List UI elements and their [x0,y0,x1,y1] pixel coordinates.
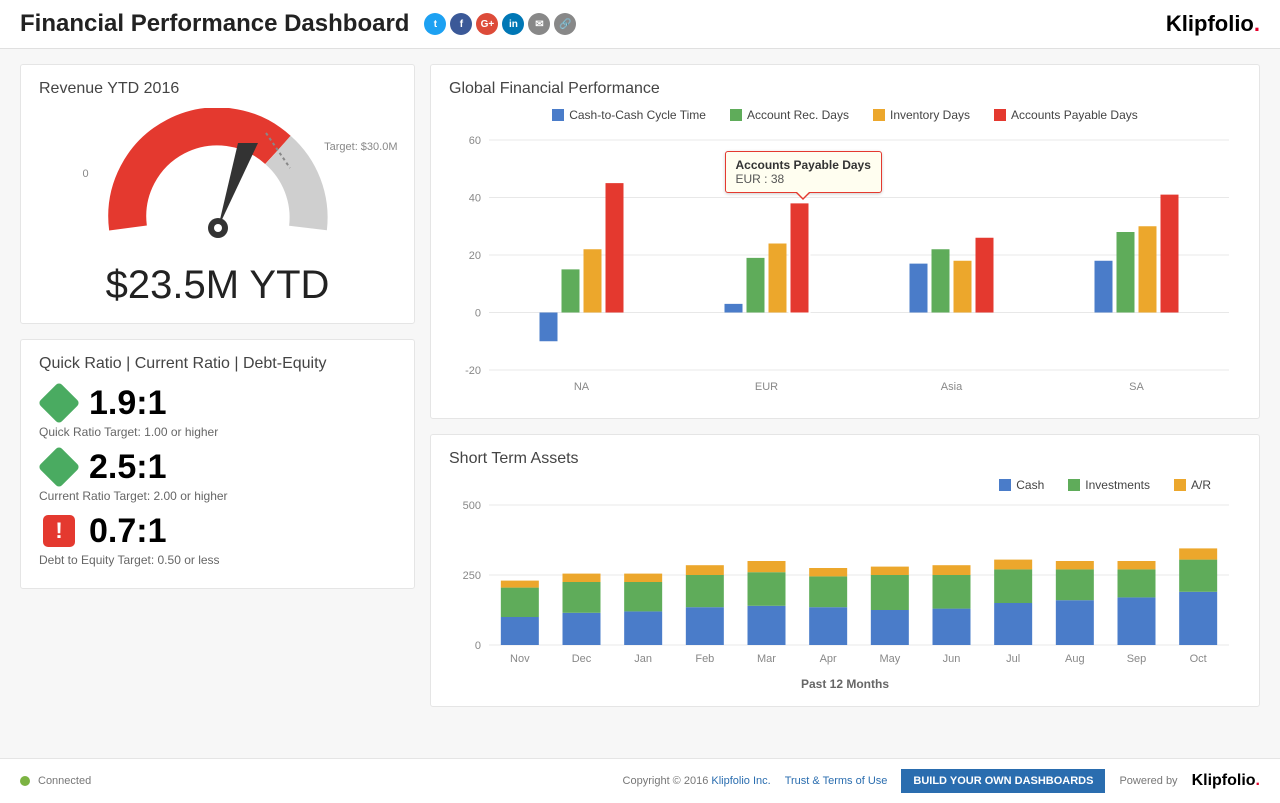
header: Financial Performance Dashboard t f G+ i… [0,0,1280,49]
diamond-icon [39,383,79,423]
legend-swatch [552,109,564,121]
debt-ratio-target: Debt to Equity Target: 0.50 or less [39,553,396,567]
legend-label: Inventory Days [890,108,970,122]
share-icons: t f G+ in ✉ 🔗 [424,13,576,35]
debt-ratio-row: ! 0.7:1 [39,511,396,551]
googleplus-icon[interactable]: G+ [476,13,498,35]
revenue-gauge: 0 Target: $30.0M [39,108,396,258]
quick-ratio-value: 1.9:1 [89,384,167,423]
assets-legend: Cash Investments A/R [449,478,1241,492]
tooltip-val: 38 [771,172,784,186]
legend-item[interactable]: Account Rec. Days [730,108,849,122]
global-chart-area[interactable]: -20 0 20 40 60 NA EUR Asia SA Accounts Payable D… [449,130,1241,403]
legend-item[interactable]: Cash [999,478,1044,492]
svg-text:SA: SA [1129,381,1144,393]
svg-text:250: 250 [463,570,481,582]
svg-text:May: May [879,653,900,665]
svg-text:Mar: Mar [757,653,776,665]
svg-text:40: 40 [469,193,481,205]
global-legend: Cash-to-Cash Cycle Time Account Rec. Days… [449,108,1241,122]
gauge-target-label: Target: $30.0M [324,141,397,153]
svg-text:Asia: Asia [941,381,963,393]
svg-text:0: 0 [475,308,481,320]
tooltip-cat: EUR [736,172,761,186]
svg-text:60: 60 [469,135,481,147]
svg-text:Dec: Dec [572,653,592,665]
revenue-card: Revenue YTD 2016 0 Target: $30.0M [20,64,415,324]
revenue-value: $23.5M YTD [39,263,396,308]
chart-tooltip: Accounts Payable Days EUR : 38 [725,151,882,193]
current-ratio-value: 2.5:1 [89,448,167,487]
legend-label: Investments [1085,478,1150,492]
legend-label: Cash-to-Cash Cycle Time [569,108,706,122]
svg-text:Sep: Sep [1127,653,1147,665]
legend-swatch [1174,479,1186,491]
assets-chart-title: Short Term Assets [449,450,1241,468]
powered-by: Powered by [1119,775,1177,787]
diamond-icon [39,447,79,487]
svg-text:Oct: Oct [1190,653,1207,665]
svg-text:Jul: Jul [1006,653,1020,665]
legend-item[interactable]: A/R [1174,478,1211,492]
svg-text:NA: NA [574,381,590,393]
svg-text:500: 500 [463,500,481,512]
quick-ratio-target: Quick Ratio Target: 1.00 or higher [39,425,396,439]
legend-item[interactable]: Cash-to-Cash Cycle Time [552,108,706,122]
svg-text:Nov: Nov [510,653,530,665]
twitter-icon[interactable]: t [424,13,446,35]
revenue-title: Revenue YTD 2016 [39,80,396,98]
ratios-title: Quick Ratio | Current Ratio | Debt-Equit… [39,355,396,373]
svg-text:0: 0 [475,640,481,652]
legend-item[interactable]: Investments [1068,478,1150,492]
legend-swatch [1068,479,1080,491]
email-icon[interactable]: ✉ [528,13,550,35]
legend-swatch [873,109,885,121]
legend-label: Cash [1016,478,1044,492]
legend-label: Account Rec. Days [747,108,849,122]
current-ratio-target: Current Ratio Target: 2.00 or higher [39,489,396,503]
company-link[interactable]: Klipfolio Inc. [711,775,770,787]
legend-swatch [994,109,1006,121]
svg-text:-20: -20 [465,365,481,377]
svg-text:Feb: Feb [695,653,714,665]
legend-swatch [999,479,1011,491]
global-chart-title: Global Financial Performance [449,80,1241,98]
footer-logo: Klipfolio. [1192,772,1260,790]
ratios-card: Quick Ratio | Current Ratio | Debt-Equit… [20,339,415,589]
global-chart-card: Global Financial Performance Cash-to-Cas… [430,64,1260,419]
copyright: Copyright © 2016 Klipfolio Inc. [623,775,771,787]
alert-icon: ! [39,511,79,551]
legend-item[interactable]: Accounts Payable Days [994,108,1138,122]
linkedin-icon[interactable]: in [502,13,524,35]
connected-label: Connected [38,775,91,787]
page-title: Financial Performance Dashboard [20,10,409,38]
facebook-icon[interactable]: f [450,13,472,35]
svg-text:Jun: Jun [943,653,961,665]
link-icon[interactable]: 🔗 [554,13,576,35]
build-dashboard-button[interactable]: BUILD YOUR OWN DASHBOARDS [901,769,1105,793]
assets-chart-area[interactable]: 0 250 500 Nov Dec Jan Feb Mar Apr May Jun Jul Aug Sep… [449,500,1241,673]
legend-item[interactable]: Inventory Days [873,108,970,122]
connected-dot-icon [20,776,30,786]
assets-xaxis-title: Past 12 Months [449,677,1241,691]
svg-text:Aug: Aug [1065,653,1085,665]
quick-ratio-row: 1.9:1 [39,383,396,423]
legend-swatch [730,109,742,121]
legend-label: Accounts Payable Days [1011,108,1138,122]
tooltip-series: Accounts Payable Days [736,158,871,172]
svg-text:EUR: EUR [755,381,778,393]
gauge-zero-label: 0 [83,168,89,180]
legend-label: A/R [1191,478,1211,492]
svg-text:Apr: Apr [820,653,837,665]
current-ratio-row: 2.5:1 [39,447,396,487]
terms-link[interactable]: Trust & Terms of Use [785,775,888,787]
assets-chart-card: Short Term Assets Cash Investments A/R 0 25… [430,434,1260,707]
footer: Connected Copyright © 2016 Klipfolio Inc… [0,758,1280,803]
brand-logo: Klipfolio. [1166,11,1260,37]
svg-text:Jan: Jan [634,653,652,665]
debt-ratio-value: 0.7:1 [89,512,167,551]
svg-text:20: 20 [469,250,481,262]
